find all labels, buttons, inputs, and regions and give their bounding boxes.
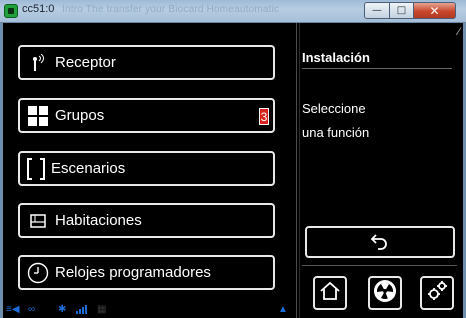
- fan-icon: [373, 279, 397, 308]
- back-icon: [370, 230, 390, 255]
- room-icon: [27, 210, 49, 232]
- grid-icon: [27, 105, 49, 127]
- escenarios-label: Escenarios: [51, 160, 126, 177]
- close-button[interactable]: ✕: [414, 2, 456, 19]
- panel-divider-inner: [299, 23, 300, 318]
- link-icon: ∞: [28, 304, 36, 315]
- window-subtitle: Intro The transfer your Biocard Homeauto…: [62, 4, 280, 15]
- home-button[interactable]: [313, 276, 347, 310]
- fan-button[interactable]: [368, 276, 402, 310]
- window-title: cc51:0: [22, 3, 55, 15]
- panel-prompt: Seleccione una función: [302, 97, 452, 145]
- panel-title-rule: [302, 68, 452, 69]
- bluetooth-icon: ✱: [58, 304, 67, 315]
- back-button[interactable]: [305, 226, 455, 258]
- panel-title: Instalación: [302, 50, 370, 65]
- bracket-icon: [27, 157, 45, 180]
- panel-prompt-line1: Seleccione: [302, 101, 366, 116]
- app-icon: [4, 4, 18, 18]
- grupos-button[interactable]: Grupos 3: [18, 98, 275, 133]
- clock-icon: [27, 262, 49, 284]
- network-icon: ≡◀: [6, 304, 20, 315]
- relojes-button[interactable]: Relojes programadores: [18, 255, 275, 290]
- minimize-button[interactable]: —: [364, 2, 390, 19]
- escenarios-button[interactable]: Escenarios: [18, 151, 275, 186]
- resize-grip-icon: ∕: [458, 26, 460, 38]
- relojes-label: Relojes programadores: [55, 264, 211, 281]
- receptor-button[interactable]: Receptor: [18, 45, 275, 80]
- maximize-icon: □: [396, 5, 407, 16]
- window-titlebar[interactable]: cc51:0 Intro The transfer your Biocard H…: [0, 0, 466, 23]
- panel-bottom-rule: [302, 265, 457, 266]
- receptor-label: Receptor: [55, 54, 116, 71]
- settings-button[interactable]: [420, 276, 454, 310]
- grid-status-icon: ▦: [97, 304, 107, 315]
- grupos-count-badge: 3: [259, 108, 269, 125]
- home-icon: [319, 280, 341, 307]
- habitaciones-button[interactable]: Habitaciones: [18, 203, 275, 238]
- panel-prompt-line2: una función: [302, 125, 370, 140]
- minimize-icon: —: [372, 5, 382, 16]
- grupos-label: Grupos: [55, 107, 105, 124]
- panel-divider: [296, 23, 297, 318]
- receptor-icon: [27, 52, 49, 74]
- gear-icon: [425, 279, 449, 308]
- habitaciones-label: Habitaciones: [55, 212, 142, 229]
- signal-icon: [76, 304, 90, 317]
- scroll-up-icon[interactable]: ▲: [278, 304, 288, 315]
- maximize-button[interactable]: □: [390, 2, 414, 19]
- close-icon: ✕: [429, 3, 440, 18]
- window-controls: — □ ✕: [364, 2, 456, 19]
